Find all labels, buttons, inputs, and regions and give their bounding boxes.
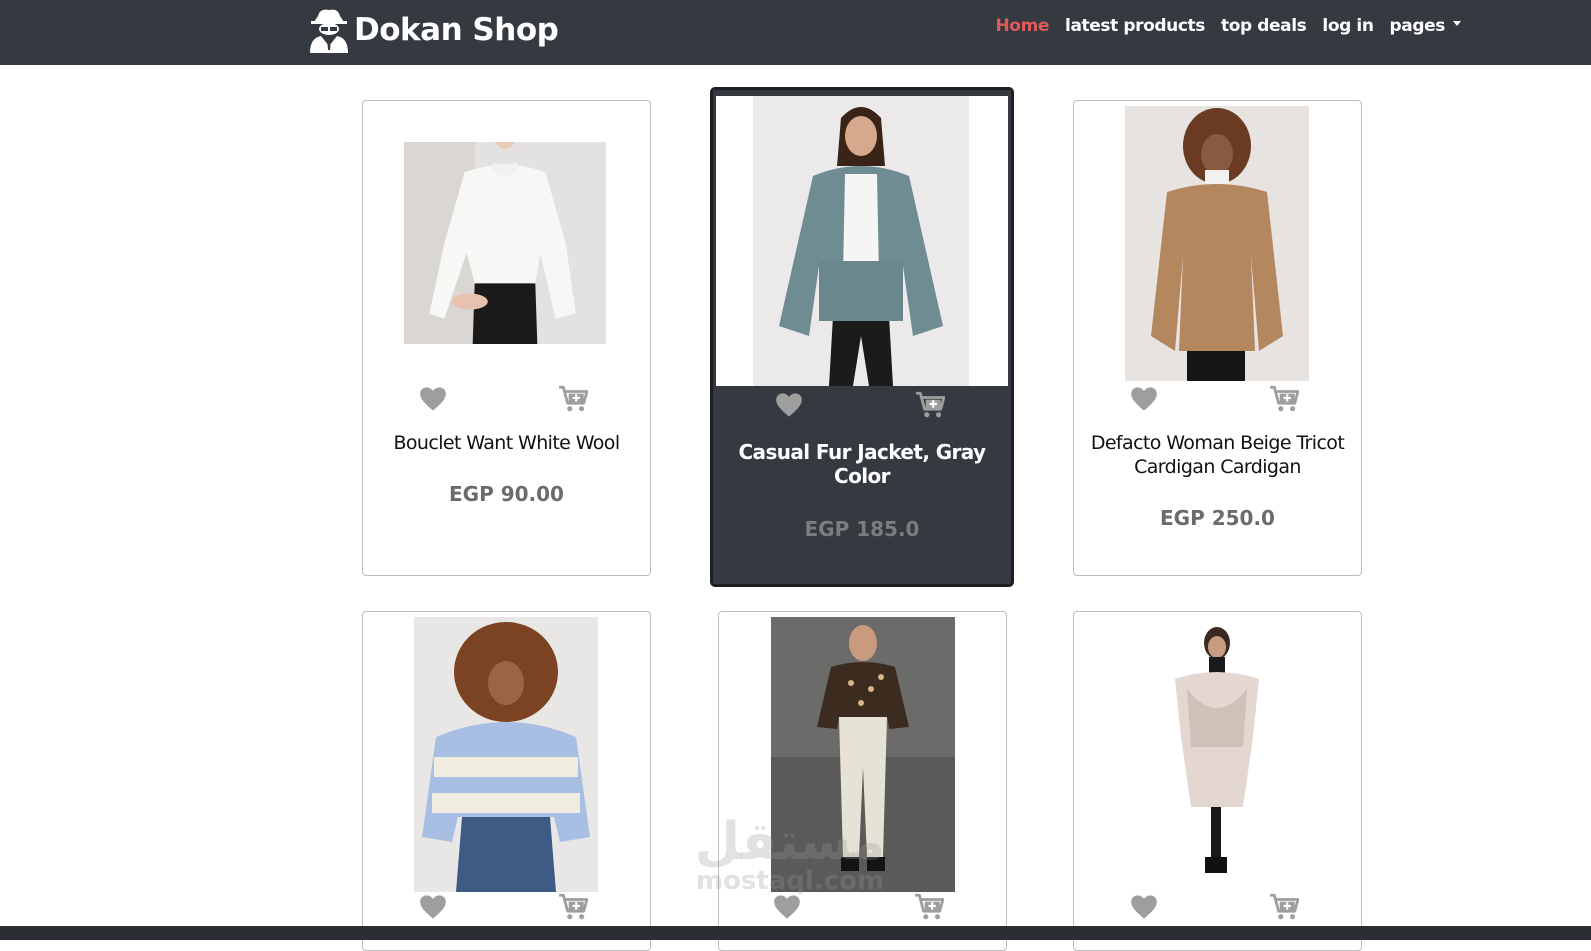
add-to-cart-icon[interactable] xyxy=(1269,893,1299,921)
product-image[interactable] xyxy=(753,96,969,386)
product-name[interactable]: Casual Fur Jacket, Gray Color xyxy=(713,440,1011,488)
nav-link-latest-products[interactable]: latest products xyxy=(1065,16,1205,36)
product-image[interactable] xyxy=(1125,106,1309,381)
product-price: EGP 250.0 xyxy=(1160,506,1275,530)
nav-link-home[interactable]: Home xyxy=(995,16,1049,36)
add-to-cart-icon[interactable] xyxy=(558,385,588,413)
striped-sweater-photo xyxy=(414,617,598,892)
add-to-cart-icon[interactable] xyxy=(914,893,944,921)
wishlist-heart-icon[interactable] xyxy=(419,894,447,920)
product-name[interactable]: Bouclet Want White Wool xyxy=(363,431,650,455)
add-to-cart-icon[interactable] xyxy=(1269,385,1299,413)
caret-down-icon xyxy=(1453,20,1461,26)
add-to-cart-icon[interactable] xyxy=(558,893,588,921)
wishlist-heart-icon[interactable] xyxy=(1130,386,1158,412)
beige-cardigan-photo xyxy=(1125,106,1309,381)
product-card[interactable]: Defacto Woman Beige Tricot Cardigan Card… xyxy=(1073,100,1362,576)
product-card[interactable] xyxy=(718,611,1007,951)
wishlist-heart-icon[interactable] xyxy=(1130,894,1158,920)
white-sweater-photo xyxy=(404,142,606,344)
nav-link-log-in[interactable]: log in xyxy=(1322,16,1374,36)
product-price: EGP 185.0 xyxy=(804,517,920,541)
nav-links: Home latest products top deals log in pa… xyxy=(995,16,1461,36)
nav-dropdown-pages[interactable]: pages xyxy=(1390,16,1461,36)
wishlist-heart-icon[interactable] xyxy=(773,894,801,920)
add-to-cart-icon[interactable] xyxy=(915,391,945,419)
product-card[interactable] xyxy=(1073,611,1362,951)
wishlist-heart-icon[interactable] xyxy=(419,386,447,412)
bottom-edge-bar xyxy=(0,926,1591,940)
product-card[interactable]: Bouclet Want White Wool EGP 90.00 xyxy=(362,100,651,576)
leopard-blouse-photo xyxy=(771,617,955,892)
brand-name: Dokan Shop xyxy=(354,12,559,48)
wishlist-heart-icon[interactable] xyxy=(775,392,803,418)
product-card-highlighted[interactable]: Casual Fur Jacket, Gray Color EGP 185.0 xyxy=(710,87,1014,587)
nav-link-top-deals[interactable]: top deals xyxy=(1221,16,1307,36)
nav-dropdown-pages-label: pages xyxy=(1389,16,1446,36)
spy-icon xyxy=(310,9,348,53)
product-image[interactable] xyxy=(1125,617,1309,892)
product-image-frame xyxy=(716,96,1008,386)
product-price: EGP 90.00 xyxy=(449,482,564,506)
product-card[interactable] xyxy=(362,611,651,951)
product-image[interactable] xyxy=(414,617,598,892)
beige-poncho-photo xyxy=(1125,617,1309,892)
navbar: Dokan Shop Home latest products top deal… xyxy=(0,0,1591,65)
product-image[interactable] xyxy=(771,617,955,892)
product-name[interactable]: Defacto Woman Beige Tricot Cardigan Card… xyxy=(1074,431,1361,479)
product-image[interactable] xyxy=(404,142,606,344)
gray-fur-jacket-photo xyxy=(753,96,969,386)
brand[interactable]: Dokan Shop xyxy=(308,0,559,60)
